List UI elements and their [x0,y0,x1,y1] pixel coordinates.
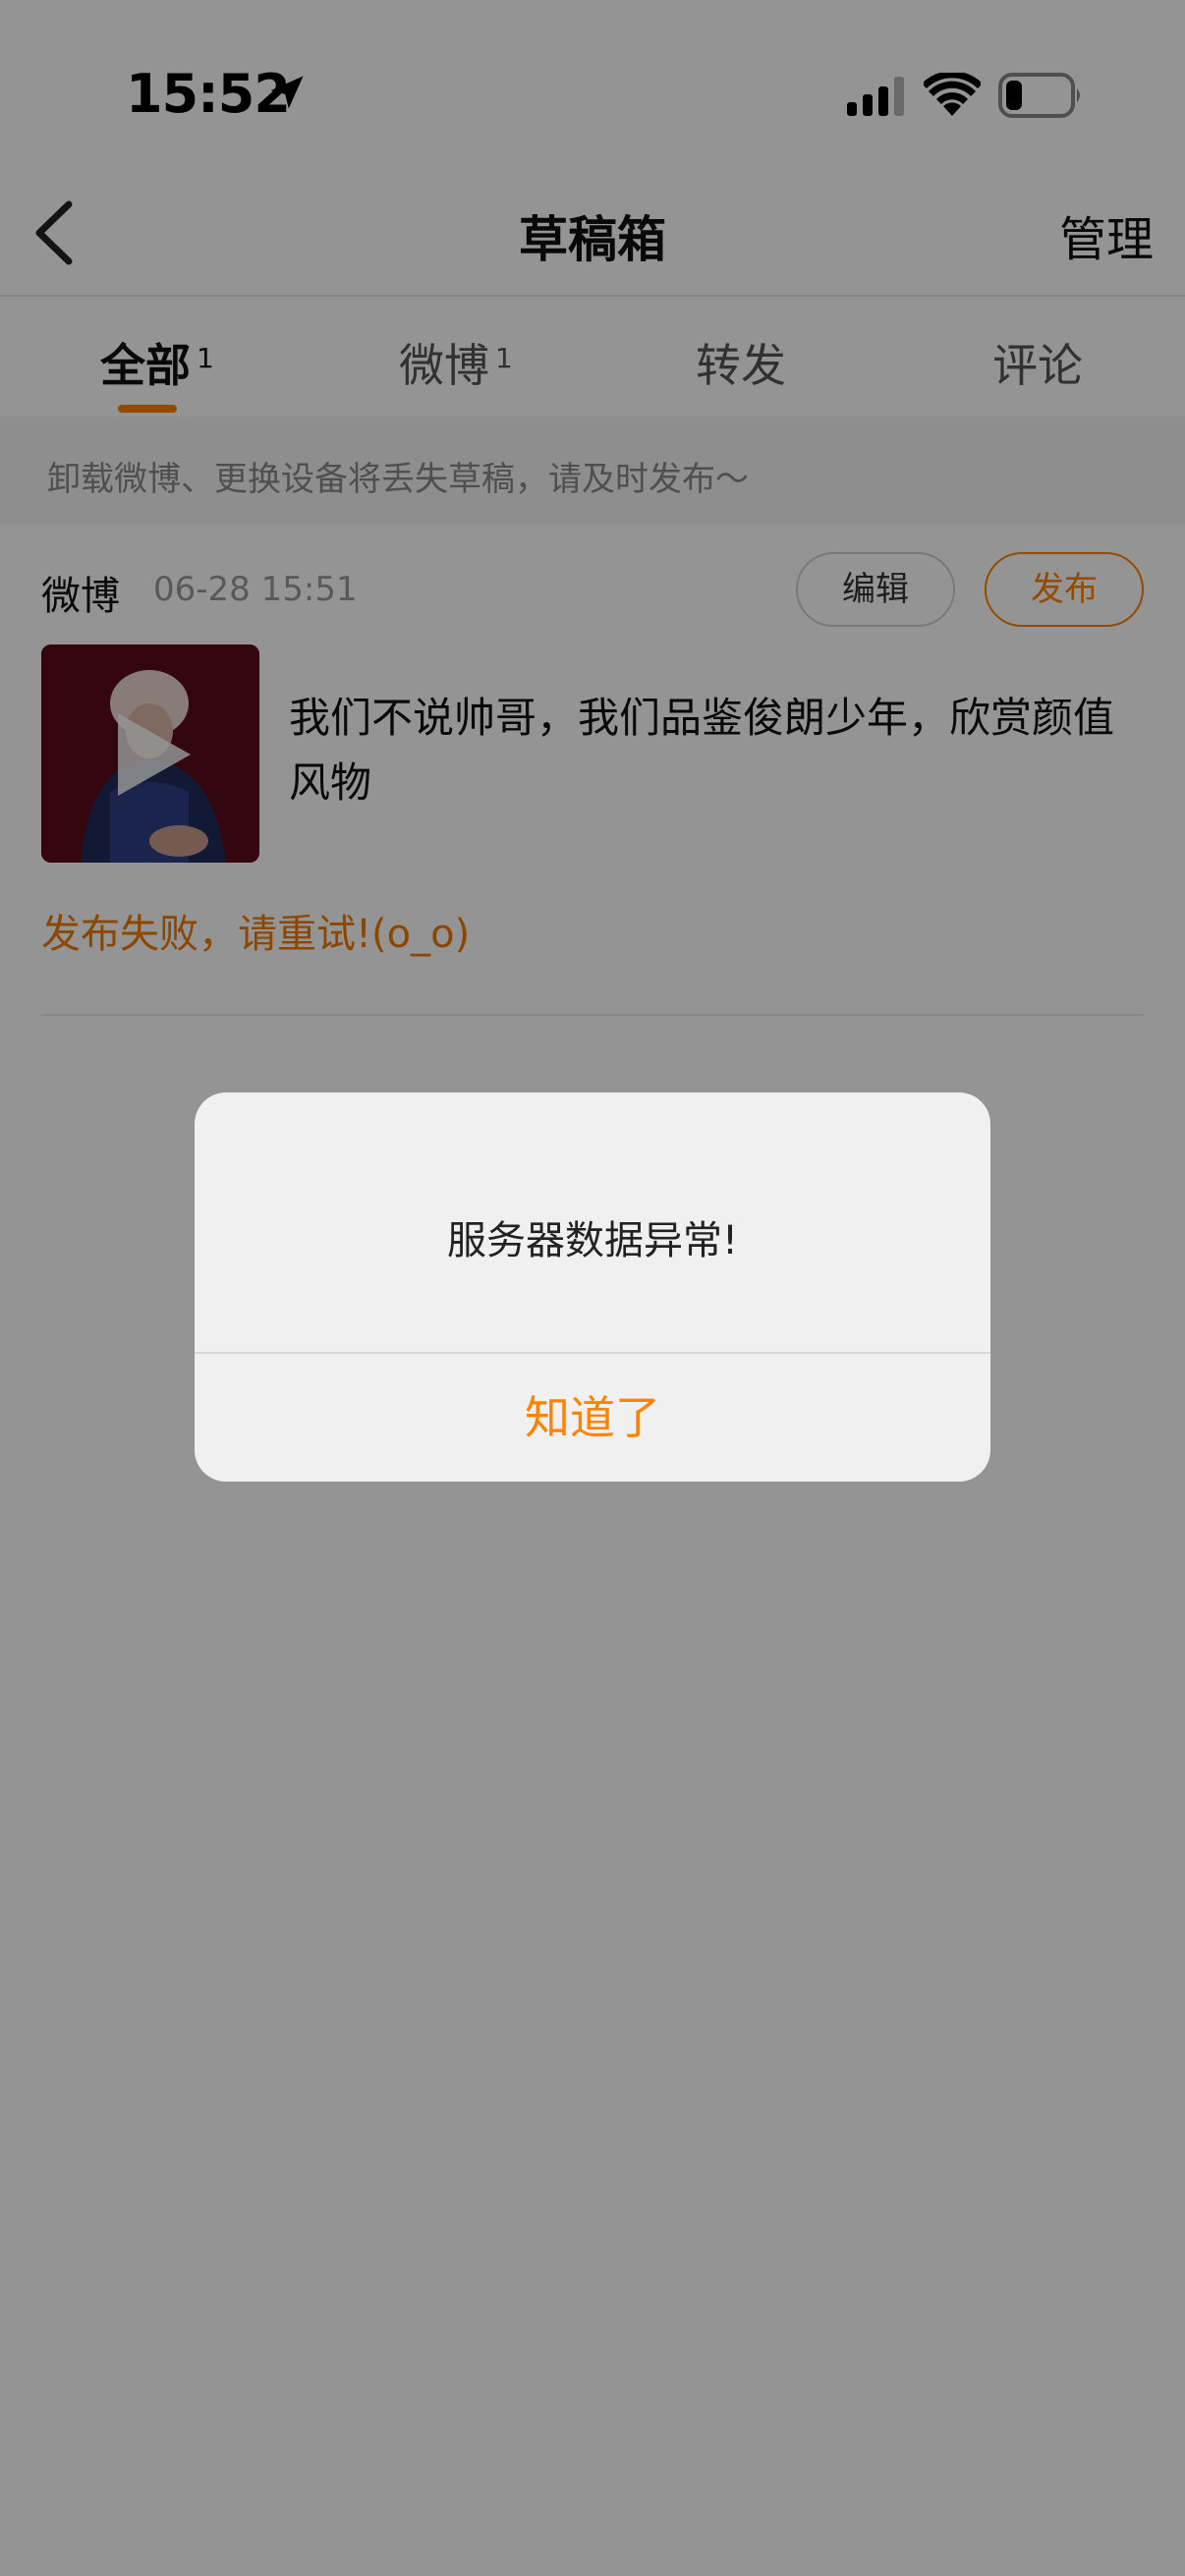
dialog-ok-button[interactable]: 知道了 [195,1354,990,1482]
alert-dialog: 服务器数据异常! 知道了 [195,1092,990,1482]
dialog-message: 服务器数据异常! [446,1218,739,1263]
